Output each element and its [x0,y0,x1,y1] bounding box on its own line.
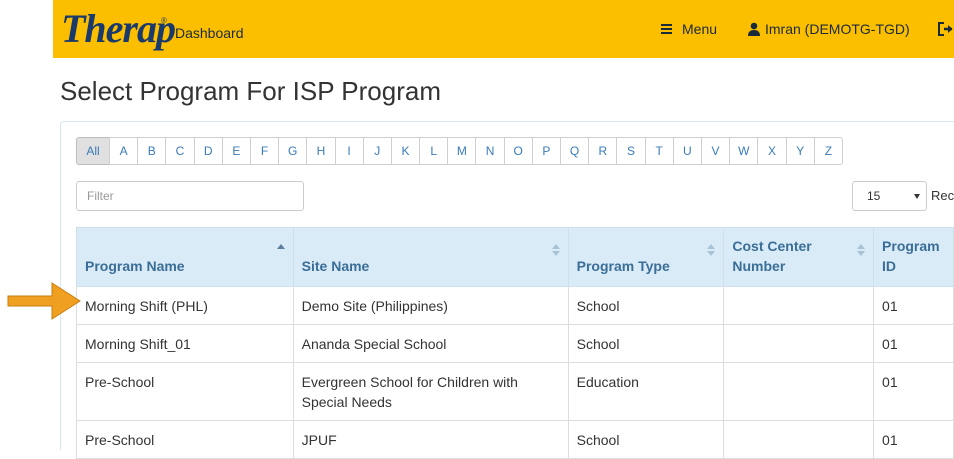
alpha-filter-f[interactable]: F [249,137,280,165]
sort-both-icon [857,244,866,256]
alpha-filter-w[interactable]: W [729,137,759,165]
column-header-program-type[interactable]: Program Type [567,227,725,287]
nav-menu-button[interactable]: Menu [661,21,717,37]
filter-input[interactable] [76,181,304,211]
alpha-filter-i[interactable]: I [334,137,364,165]
cell-program-name: Pre-School [76,420,294,459]
nav-user-button[interactable]: Imran (DEMOTG-TGD) [747,21,910,37]
alpha-filter-j[interactable]: J [362,137,392,165]
cell-site-name: Demo Site (Philippines) [292,286,569,325]
alpha-filter-s[interactable]: S [616,137,646,165]
therap-logo[interactable]: Therap ® [61,8,176,50]
cell-program-type: School [567,420,725,459]
user-icon [748,22,760,36]
column-header-cost-center-number[interactable]: Cost Center Number [723,227,875,287]
sort-both-icon [707,244,716,256]
alpha-filter-k[interactable]: K [390,137,421,165]
alpha-filter-c[interactable]: C [165,137,195,165]
column-header-site-name[interactable]: Site Name [292,227,569,287]
table-row[interactable]: Pre-School JPUF School 01 [76,420,954,459]
alpha-filter-g[interactable]: G [278,137,308,165]
page-title: Select Program For ISP Program [60,76,441,106]
cell-cost-center-number [723,362,875,421]
table-row[interactable]: Pre-School Evergreen School for Children … [76,362,954,421]
alpha-filter-m[interactable]: M [447,137,477,165]
cell-program-id: 01 [873,420,954,459]
cell-program-name: Morning Shift (PHL) [76,286,294,325]
hamburger-icon [661,24,672,34]
alpha-filter-l[interactable]: L [419,137,449,165]
top-navbar: Therap ® Dashboard Menu Imran (DEMOTG-TG… [53,0,954,58]
page-size-value: 15 [867,189,881,203]
alpha-filter-z[interactable]: Z [813,137,844,165]
alphabet-filter-bar: All A B C D E F G H I J K L M N O P Q R S T U V W X Y Z [76,137,844,165]
nav-user-label: Imran (DEMOTG-TGD) [765,21,910,37]
cell-program-type: School [567,286,725,325]
logo-registered-mark: ® [161,16,167,25]
alpha-filter-n[interactable]: N [475,137,505,165]
alpha-filter-r[interactable]: R [588,137,618,165]
alpha-filter-a[interactable]: A [109,137,139,165]
nav-dashboard-link[interactable]: Dashboard [175,25,244,41]
cell-program-id: 01 [873,286,954,325]
alpha-filter-o[interactable]: O [503,137,533,165]
cell-program-type: Education [567,362,725,421]
sort-both-icon [551,244,560,256]
alpha-filter-q[interactable]: Q [560,137,590,165]
table-header-row: Program Name Site Name Program Type Cost… [76,227,954,287]
nav-menu-label: Menu [682,21,718,37]
records-label: Rec [931,188,954,203]
alpha-filter-e[interactable]: E [221,137,251,165]
cell-cost-center-number [723,286,875,325]
alpha-filter-all[interactable]: All [76,137,110,165]
cell-cost-center-number [723,324,875,363]
cell-program-name: Pre-School [76,362,294,421]
alpha-filter-y[interactable]: Y [785,137,815,165]
cell-cost-center-number [723,420,875,459]
cell-program-name: Morning Shift_01 [76,324,294,363]
cell-program-id: 01 [873,324,954,363]
table-row[interactable]: Morning Shift (PHL) Demo Site (Philippine… [76,286,954,325]
alpha-filter-x[interactable]: X [757,137,787,165]
cell-program-type: School [567,324,725,363]
alpha-filter-b[interactable]: B [137,137,167,165]
caret-down-icon [914,194,920,199]
alpha-filter-t[interactable]: T [644,137,674,165]
cell-site-name: Evergreen School for Children with Speci… [292,362,569,421]
column-header-program-name[interactable]: Program Name [76,227,294,287]
cell-site-name: JPUF [292,420,569,459]
pointer-arrow-icon [7,282,81,320]
sort-ascending-icon [276,244,285,249]
alpha-filter-v[interactable]: V [700,137,731,165]
page-size-select[interactable]: 15 [852,181,927,211]
cell-site-name: Ananda Special School [292,324,569,363]
table-row[interactable]: Morning Shift_01 Ananda Special School Sch… [76,324,954,363]
logo-text: Therap [61,6,176,51]
alpha-filter-u[interactable]: U [672,137,702,165]
alpha-filter-d[interactable]: D [193,137,223,165]
alpha-filter-h[interactable]: H [306,137,336,165]
program-table: Program Name Site Name Program Type Cost… [76,227,954,459]
cell-program-id: 01 [873,362,954,421]
logout-icon[interactable] [938,22,954,36]
column-header-program-id[interactable]: Program ID [873,227,954,287]
alpha-filter-p[interactable]: P [531,137,561,165]
